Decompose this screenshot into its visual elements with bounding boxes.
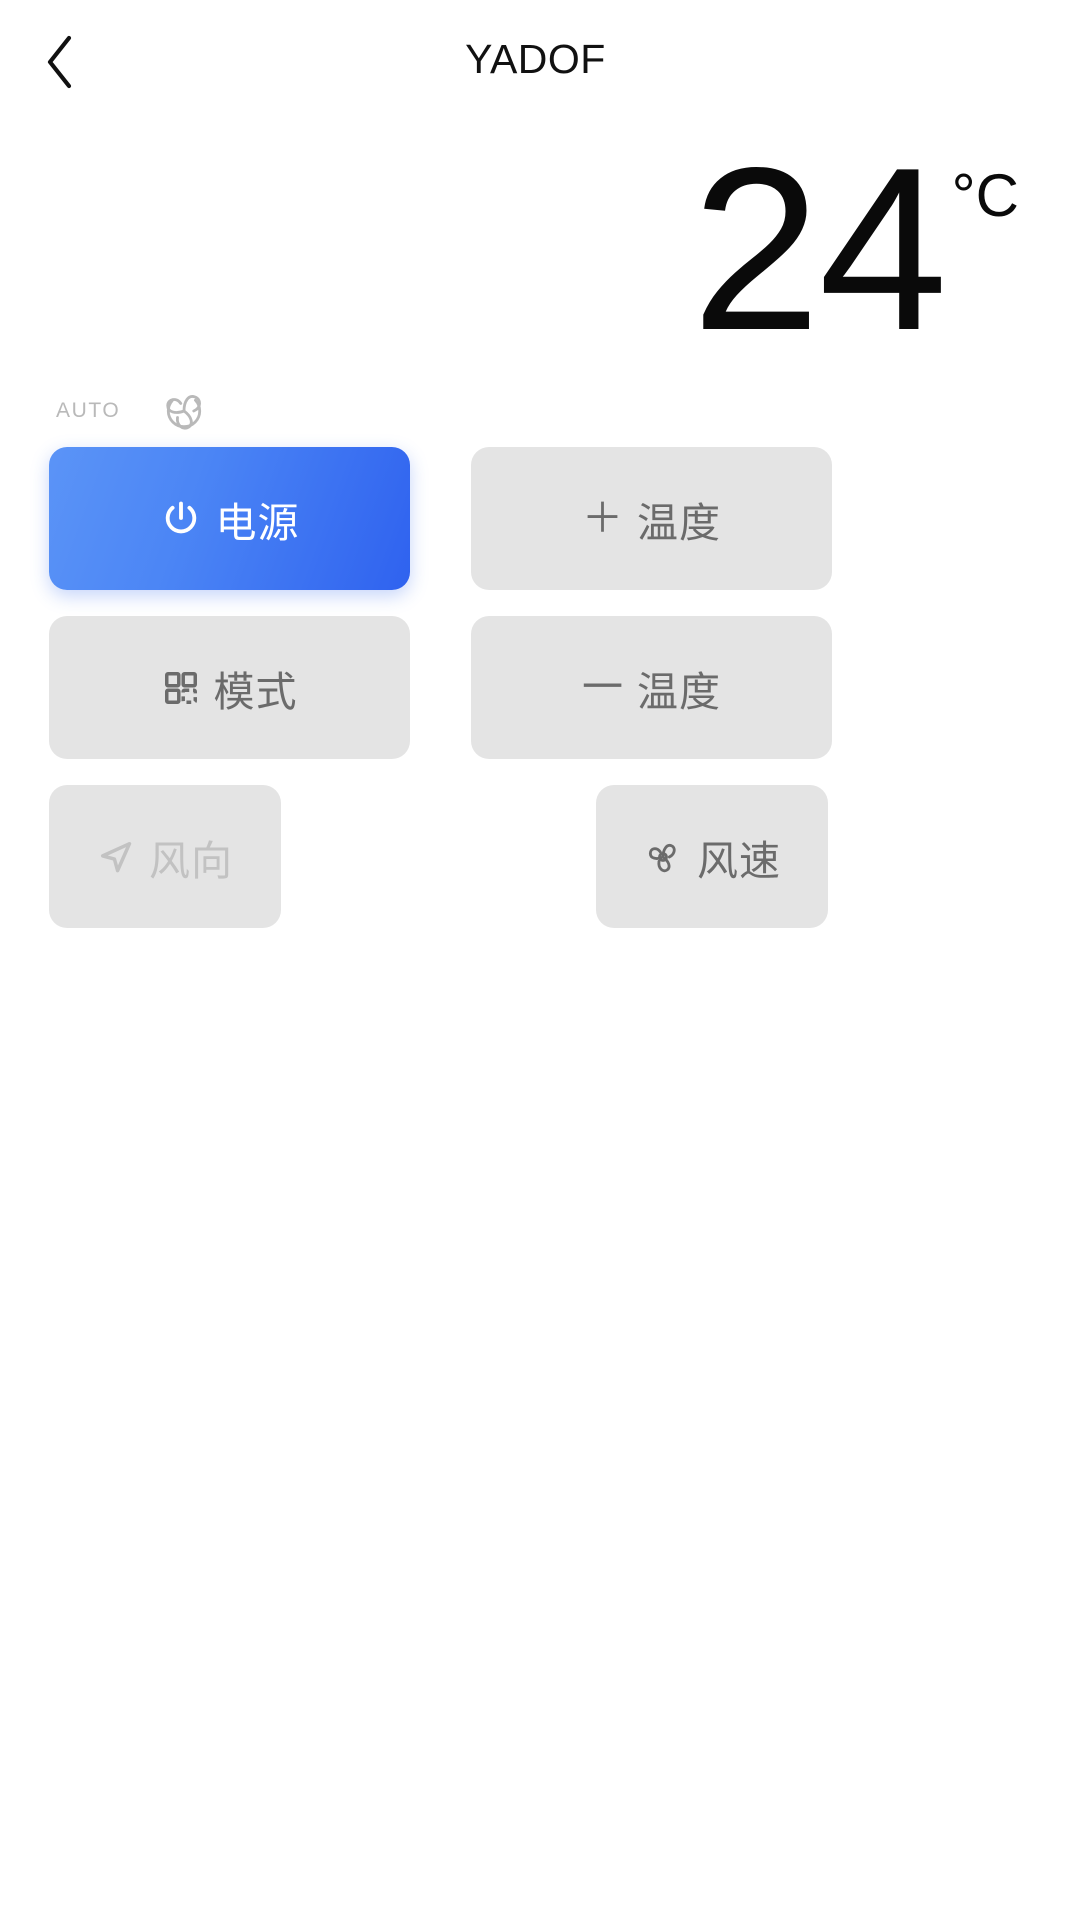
temp-up-button-label: 温度 [637, 499, 721, 546]
auto-mode-label: AUTO [56, 399, 121, 422]
chevron-left-icon [43, 34, 77, 90]
grid-squares-icon [162, 669, 200, 707]
status-indicator: AUTO [56, 385, 210, 437]
power-button-label: 电源 [215, 499, 300, 546]
auto-fan-swirl-icon [158, 385, 210, 437]
navigation-arrow-icon [97, 838, 135, 876]
power-button[interactable]: 电源 [49, 447, 410, 590]
control-row-1: 电源 ＋ 温度 [0, 447, 1071, 590]
temp-down-button[interactable]: 一 温度 [471, 616, 832, 759]
back-button[interactable] [28, 30, 92, 94]
control-row-2: 模式 一 温度 [0, 616, 1071, 759]
ac-remote-screen: YADOF 24 °C AUTO 电源 ＋ 温度 模式 一 温度 风向 风速 [0, 0, 1071, 1911]
power-icon [160, 498, 202, 540]
plus-icon: ＋ [582, 495, 623, 541]
control-row-3: 风向 风速 [0, 785, 1071, 928]
wind-direction-button[interactable]: 风向 [49, 785, 281, 928]
temperature-value: 24 [691, 120, 948, 379]
wind-direction-button-label: 风向 [149, 837, 233, 884]
minus-icon: 一 [582, 664, 623, 710]
temperature-unit: °C [951, 162, 1019, 229]
temp-up-button[interactable]: ＋ 温度 [471, 447, 832, 590]
page-title: YADOF [465, 35, 606, 82]
temperature-display: 24 °C [691, 120, 1019, 379]
mode-button[interactable]: 模式 [49, 616, 410, 759]
control-grid: 电源 ＋ 温度 模式 一 温度 风向 风速 [0, 447, 1071, 954]
fan-speed-button[interactable]: 风速 [596, 785, 828, 928]
mode-button-label: 模式 [213, 668, 298, 715]
app-header: YADOF [0, 0, 1071, 118]
fan-blades-icon [643, 837, 683, 877]
fan-speed-button-label: 风速 [697, 837, 781, 884]
temp-down-button-label: 温度 [637, 668, 721, 715]
